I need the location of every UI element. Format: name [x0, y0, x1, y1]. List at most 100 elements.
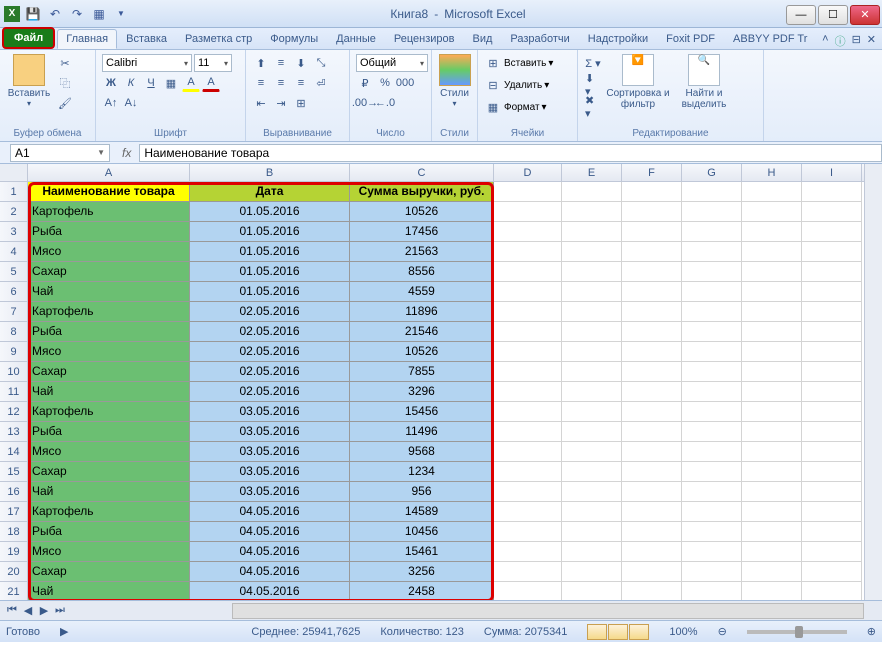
qat-dropdown-icon[interactable]: ▼: [112, 5, 130, 23]
cell[interactable]: [494, 302, 562, 322]
cell[interactable]: [742, 482, 802, 502]
row-header[interactable]: 10: [0, 362, 28, 382]
zoom-level[interactable]: 100%: [669, 626, 697, 638]
cell[interactable]: [494, 382, 562, 402]
cell[interactable]: [682, 462, 742, 482]
row-header[interactable]: 18: [0, 522, 28, 542]
styles-button[interactable]: Стили ▾: [438, 54, 471, 108]
page-break-view-icon[interactable]: [629, 624, 649, 640]
cell[interactable]: [622, 582, 682, 600]
cell[interactable]: [494, 282, 562, 302]
ribbon-tab[interactable]: Вставка: [117, 29, 176, 49]
sort-filter-button[interactable]: 🔽 Сортировка и фильтр: [606, 54, 670, 110]
ribbon-tab[interactable]: ABBYY PDF Tr: [724, 29, 816, 49]
cell[interactable]: [742, 202, 802, 222]
cell[interactable]: [622, 382, 682, 402]
close-button[interactable]: ✕: [850, 5, 880, 25]
cell[interactable]: [682, 542, 742, 562]
cell[interactable]: [802, 202, 862, 222]
cell[interactable]: [802, 262, 862, 282]
cell[interactable]: Чай: [28, 282, 190, 302]
cell[interactable]: 21563: [350, 242, 494, 262]
cell[interactable]: [494, 502, 562, 522]
cell[interactable]: [802, 182, 862, 202]
maximize-button[interactable]: ☐: [818, 5, 848, 25]
cell[interactable]: [622, 422, 682, 442]
cut-icon[interactable]: ✂: [56, 54, 74, 72]
clear-icon[interactable]: ✖ ▾: [584, 98, 602, 116]
decrease-indent-icon[interactable]: ⇤: [252, 94, 270, 112]
cell[interactable]: [494, 422, 562, 442]
row-header[interactable]: 9: [0, 342, 28, 362]
cell[interactable]: [494, 242, 562, 262]
autosum-icon[interactable]: Σ ▾: [584, 54, 602, 72]
cell[interactable]: [494, 522, 562, 542]
cell[interactable]: 03.05.2016: [190, 462, 350, 482]
cell[interactable]: [622, 402, 682, 422]
cell[interactable]: [682, 442, 742, 462]
zoom-out-icon[interactable]: ⊖: [718, 625, 727, 638]
cell[interactable]: Мясо: [28, 542, 190, 562]
cell[interactable]: 01.05.2016: [190, 202, 350, 222]
column-header[interactable]: G: [682, 164, 742, 181]
cell[interactable]: 01.05.2016: [190, 282, 350, 302]
cell[interactable]: [562, 582, 622, 600]
horizontal-scrollbar[interactable]: [232, 603, 864, 619]
cell[interactable]: Картофель: [28, 202, 190, 222]
cell[interactable]: 2458: [350, 582, 494, 600]
column-header[interactable]: B: [190, 164, 350, 181]
cell[interactable]: [802, 242, 862, 262]
cell[interactable]: 04.05.2016: [190, 562, 350, 582]
cell[interactable]: Сумма выручки, руб.: [350, 182, 494, 202]
cell[interactable]: [562, 402, 622, 422]
cell[interactable]: [742, 502, 802, 522]
ribbon-tab[interactable]: Разметка стр: [176, 29, 261, 49]
cell[interactable]: [562, 342, 622, 362]
cell[interactable]: [802, 402, 862, 422]
formula-input[interactable]: Наименование товара: [139, 144, 882, 162]
cell[interactable]: [622, 502, 682, 522]
cell[interactable]: [682, 402, 742, 422]
worksheet-grid[interactable]: ABCDEFGHI 123456789101112131415161718192…: [0, 164, 882, 600]
cell[interactable]: [742, 462, 802, 482]
cell[interactable]: Мясо: [28, 242, 190, 262]
cell[interactable]: [682, 362, 742, 382]
cell[interactable]: [494, 342, 562, 362]
cell[interactable]: 01.05.2016: [190, 242, 350, 262]
cell[interactable]: Чай: [28, 582, 190, 600]
grow-font-icon[interactable]: A↑: [102, 94, 120, 112]
file-tab[interactable]: Файл: [2, 27, 55, 49]
cell[interactable]: Сахар: [28, 462, 190, 482]
inner-close-icon[interactable]: ✕: [867, 33, 876, 49]
row-header[interactable]: 16: [0, 482, 28, 502]
cell[interactable]: [494, 402, 562, 422]
cell[interactable]: Наименование товара: [28, 182, 190, 202]
cell[interactable]: [494, 202, 562, 222]
cell[interactable]: [622, 342, 682, 362]
cell[interactable]: [494, 542, 562, 562]
font-size-combo[interactable]: 11▾: [194, 54, 232, 72]
column-header[interactable]: C: [350, 164, 494, 181]
fx-icon[interactable]: fx: [114, 146, 139, 160]
cell[interactable]: [494, 462, 562, 482]
cell[interactable]: [622, 222, 682, 242]
cell[interactable]: 04.05.2016: [190, 542, 350, 562]
row-header[interactable]: 3: [0, 222, 28, 242]
row-header[interactable]: 11: [0, 382, 28, 402]
cell[interactable]: [742, 522, 802, 542]
cell[interactable]: 10456: [350, 522, 494, 542]
cell[interactable]: Картофель: [28, 502, 190, 522]
cell[interactable]: 21546: [350, 322, 494, 342]
format-cells-button[interactable]: ▦Формат ▾: [484, 98, 547, 116]
cell[interactable]: 02.05.2016: [190, 342, 350, 362]
ribbon-tab[interactable]: Рецензиров: [385, 29, 464, 49]
cell[interactable]: [494, 482, 562, 502]
cell[interactable]: 3296: [350, 382, 494, 402]
undo-icon[interactable]: ↶: [46, 5, 64, 23]
cell[interactable]: [682, 282, 742, 302]
normal-view-icon[interactable]: [587, 624, 607, 640]
cell[interactable]: [742, 242, 802, 262]
sheet-prev-icon[interactable]: ◀: [20, 604, 36, 617]
cell[interactable]: [802, 222, 862, 242]
ribbon-tab[interactable]: Foxit PDF: [657, 29, 724, 49]
